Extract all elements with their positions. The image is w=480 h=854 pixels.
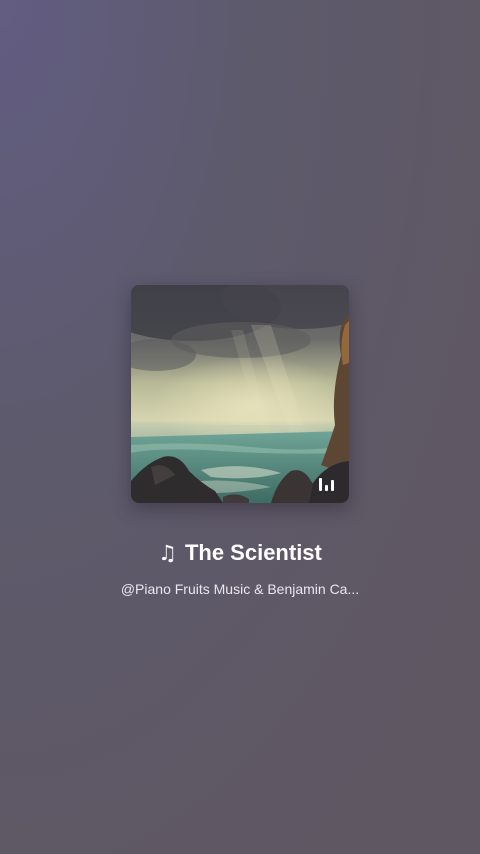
music-note-icon: ♫	[158, 541, 177, 565]
track-title-row: ♫ The Scientist	[0, 538, 480, 568]
playing-bars-icon	[319, 477, 337, 491]
player-screen: ♫ The Scientist @Piano Fruits Music & Ben…	[0, 0, 480, 854]
album-artwork-image	[131, 285, 349, 503]
track-title: The Scientist	[184, 540, 322, 565]
album-artwork[interactable]	[131, 285, 349, 503]
track-artist[interactable]: @Piano Fruits Music & Benjamin Ca...	[0, 579, 480, 599]
